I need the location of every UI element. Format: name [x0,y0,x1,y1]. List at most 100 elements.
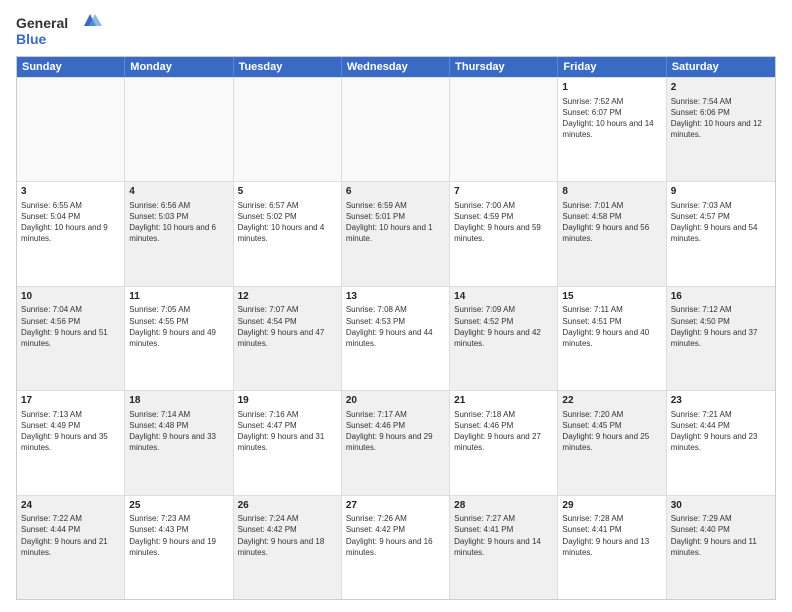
cal-cell-19: 19Sunrise: 7:16 AM Sunset: 4:47 PM Dayli… [234,391,342,494]
day-number: 9 [671,185,771,199]
cell-info: Sunrise: 6:57 AM Sunset: 5:02 PM Dayligh… [238,200,337,245]
day-number: 11 [129,290,228,304]
cell-info: Sunrise: 7:09 AM Sunset: 4:52 PM Dayligh… [454,304,553,349]
day-header-sunday: Sunday [17,57,125,77]
cal-cell-empty [342,78,450,181]
cell-info: Sunrise: 7:28 AM Sunset: 4:41 PM Dayligh… [562,513,661,558]
calendar-header: SundayMondayTuesdayWednesdayThursdayFrid… [17,57,775,77]
cal-cell-8: 8Sunrise: 7:01 AM Sunset: 4:58 PM Daylig… [558,182,666,285]
cell-info: Sunrise: 7:17 AM Sunset: 4:46 PM Dayligh… [346,409,445,454]
cal-cell-21: 21Sunrise: 7:18 AM Sunset: 4:46 PM Dayli… [450,391,558,494]
cal-cell-16: 16Sunrise: 7:12 AM Sunset: 4:50 PM Dayli… [667,287,775,390]
cell-info: Sunrise: 7:21 AM Sunset: 4:44 PM Dayligh… [671,409,771,454]
cal-cell-1: 1Sunrise: 7:52 AM Sunset: 6:07 PM Daylig… [558,78,666,181]
cell-info: Sunrise: 7:16 AM Sunset: 4:47 PM Dayligh… [238,409,337,454]
cal-cell-4: 4Sunrise: 6:56 AM Sunset: 5:03 PM Daylig… [125,182,233,285]
day-header-tuesday: Tuesday [234,57,342,77]
day-number: 28 [454,499,553,513]
day-number: 22 [562,394,661,408]
day-number: 4 [129,185,228,199]
header: General Blue [16,12,776,50]
logo-svg: General Blue [16,12,106,50]
cal-cell-empty [450,78,558,181]
cell-info: Sunrise: 7:14 AM Sunset: 4:48 PM Dayligh… [129,409,228,454]
cal-cell-29: 29Sunrise: 7:28 AM Sunset: 4:41 PM Dayli… [558,496,666,599]
cal-cell-27: 27Sunrise: 7:26 AM Sunset: 4:42 PM Dayli… [342,496,450,599]
day-number: 23 [671,394,771,408]
day-header-friday: Friday [558,57,666,77]
cal-cell-28: 28Sunrise: 7:27 AM Sunset: 4:41 PM Dayli… [450,496,558,599]
day-number: 2 [671,81,771,95]
cal-cell-20: 20Sunrise: 7:17 AM Sunset: 4:46 PM Dayli… [342,391,450,494]
cell-info: Sunrise: 7:22 AM Sunset: 4:44 PM Dayligh… [21,513,120,558]
day-number: 14 [454,290,553,304]
cal-cell-empty [234,78,342,181]
day-number: 3 [21,185,120,199]
day-number: 24 [21,499,120,513]
cell-info: Sunrise: 7:04 AM Sunset: 4:56 PM Dayligh… [21,304,120,349]
day-number: 25 [129,499,228,513]
cell-info: Sunrise: 7:08 AM Sunset: 4:53 PM Dayligh… [346,304,445,349]
cell-info: Sunrise: 7:18 AM Sunset: 4:46 PM Dayligh… [454,409,553,454]
day-number: 21 [454,394,553,408]
day-number: 6 [346,185,445,199]
day-number: 27 [346,499,445,513]
cell-info: Sunrise: 7:27 AM Sunset: 4:41 PM Dayligh… [454,513,553,558]
cal-cell-17: 17Sunrise: 7:13 AM Sunset: 4:49 PM Dayli… [17,391,125,494]
day-number: 18 [129,394,228,408]
day-number: 17 [21,394,120,408]
cell-info: Sunrise: 6:55 AM Sunset: 5:04 PM Dayligh… [21,200,120,245]
svg-text:General: General [16,15,68,31]
day-number: 7 [454,185,553,199]
cal-cell-22: 22Sunrise: 7:20 AM Sunset: 4:45 PM Dayli… [558,391,666,494]
cal-cell-30: 30Sunrise: 7:29 AM Sunset: 4:40 PM Dayli… [667,496,775,599]
cell-info: Sunrise: 7:20 AM Sunset: 4:45 PM Dayligh… [562,409,661,454]
cell-info: Sunrise: 7:54 AM Sunset: 6:06 PM Dayligh… [671,96,771,141]
day-number: 16 [671,290,771,304]
cal-cell-12: 12Sunrise: 7:07 AM Sunset: 4:54 PM Dayli… [234,287,342,390]
cal-cell-15: 15Sunrise: 7:11 AM Sunset: 4:51 PM Dayli… [558,287,666,390]
cell-info: Sunrise: 7:11 AM Sunset: 4:51 PM Dayligh… [562,304,661,349]
day-header-thursday: Thursday [450,57,558,77]
day-number: 10 [21,290,120,304]
day-number: 19 [238,394,337,408]
cal-cell-9: 9Sunrise: 7:03 AM Sunset: 4:57 PM Daylig… [667,182,775,285]
cal-cell-18: 18Sunrise: 7:14 AM Sunset: 4:48 PM Dayli… [125,391,233,494]
cell-info: Sunrise: 7:26 AM Sunset: 4:42 PM Dayligh… [346,513,445,558]
cal-cell-26: 26Sunrise: 7:24 AM Sunset: 4:42 PM Dayli… [234,496,342,599]
cell-info: Sunrise: 7:07 AM Sunset: 4:54 PM Dayligh… [238,304,337,349]
cell-info: Sunrise: 7:01 AM Sunset: 4:58 PM Dayligh… [562,200,661,245]
logo: General Blue [16,12,106,50]
cal-cell-11: 11Sunrise: 7:05 AM Sunset: 4:55 PM Dayli… [125,287,233,390]
cell-info: Sunrise: 7:00 AM Sunset: 4:59 PM Dayligh… [454,200,553,245]
cal-cell-empty [17,78,125,181]
cal-cell-3: 3Sunrise: 6:55 AM Sunset: 5:04 PM Daylig… [17,182,125,285]
day-header-saturday: Saturday [667,57,775,77]
cal-cell-7: 7Sunrise: 7:00 AM Sunset: 4:59 PM Daylig… [450,182,558,285]
calendar-body: 1Sunrise: 7:52 AM Sunset: 6:07 PM Daylig… [17,77,775,599]
cell-info: Sunrise: 7:29 AM Sunset: 4:40 PM Dayligh… [671,513,771,558]
day-number: 5 [238,185,337,199]
cell-info: Sunrise: 7:13 AM Sunset: 4:49 PM Dayligh… [21,409,120,454]
page: General Blue SundayMondayTuesdayWednesda… [0,0,792,612]
cell-info: Sunrise: 7:23 AM Sunset: 4:43 PM Dayligh… [129,513,228,558]
svg-text:Blue: Blue [16,31,47,47]
cal-cell-10: 10Sunrise: 7:04 AM Sunset: 4:56 PM Dayli… [17,287,125,390]
day-number: 1 [562,81,661,95]
day-number: 12 [238,290,337,304]
week-row-1: 3Sunrise: 6:55 AM Sunset: 5:04 PM Daylig… [17,181,775,285]
cal-cell-6: 6Sunrise: 6:59 AM Sunset: 5:01 PM Daylig… [342,182,450,285]
day-number: 26 [238,499,337,513]
cell-info: Sunrise: 7:03 AM Sunset: 4:57 PM Dayligh… [671,200,771,245]
cell-info: Sunrise: 6:56 AM Sunset: 5:03 PM Dayligh… [129,200,228,245]
week-row-0: 1Sunrise: 7:52 AM Sunset: 6:07 PM Daylig… [17,77,775,181]
calendar: SundayMondayTuesdayWednesdayThursdayFrid… [16,56,776,600]
cell-info: Sunrise: 7:05 AM Sunset: 4:55 PM Dayligh… [129,304,228,349]
week-row-4: 24Sunrise: 7:22 AM Sunset: 4:44 PM Dayli… [17,495,775,599]
day-header-wednesday: Wednesday [342,57,450,77]
cal-cell-25: 25Sunrise: 7:23 AM Sunset: 4:43 PM Dayli… [125,496,233,599]
cal-cell-24: 24Sunrise: 7:22 AM Sunset: 4:44 PM Dayli… [17,496,125,599]
day-number: 30 [671,499,771,513]
cal-cell-empty [125,78,233,181]
day-number: 8 [562,185,661,199]
